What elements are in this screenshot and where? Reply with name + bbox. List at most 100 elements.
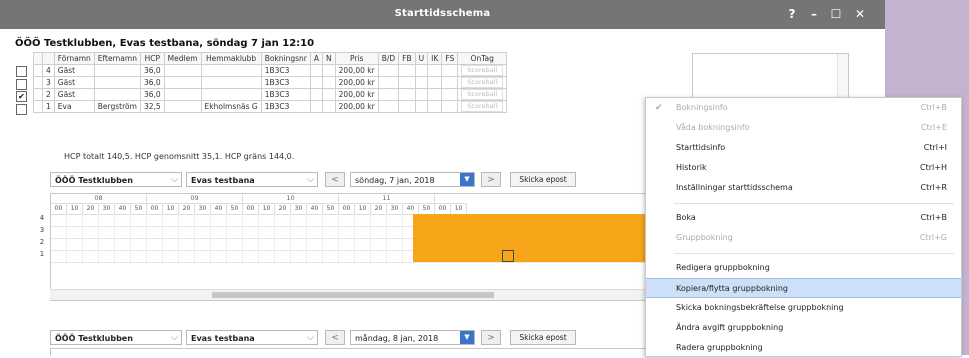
tee-time-slot[interactable] [131,238,147,250]
tee-time-slot[interactable] [227,214,243,226]
column-header[interactable] [42,52,55,65]
tee-time-slot[interactable] [227,250,243,262]
tee-time-slot[interactable] [243,250,259,262]
tee-time-slot[interactable] [339,250,355,262]
date-picker[interactable]: söndag, 7 jan, 2018 ▼ [350,172,475,187]
grid-horizontal-scrollbar[interactable] [50,289,650,300]
tee-time-slot[interactable] [163,250,179,262]
tee-time-slot[interactable] [131,250,147,262]
tee-time-slot[interactable] [275,250,291,262]
tee-time-slot[interactable] [291,238,307,250]
calendar-dropdown-icon[interactable]: ▼ [460,331,474,344]
tee-time-slot[interactable] [147,250,163,262]
menu-item[interactable]: Boka Ctrl+B [646,208,961,228]
column-header[interactable]: Medlem [163,52,202,65]
table-row[interactable]: 2 Gäst 36,0 1B3C3 200,00 kr Scoreball [33,88,508,101]
scoreball-button[interactable]: Scoreball [461,101,504,112]
tee-time-slot[interactable] [243,238,259,250]
tee-time-slot[interactable] [243,226,259,238]
menu-item[interactable]: Gruppbokning Ctrl+G [646,228,961,248]
tee-time-slot[interactable] [83,226,99,238]
next-day-button-2[interactable]: > [481,330,501,345]
column-header[interactable]: Efternamn [93,52,141,65]
tee-time-slot[interactable] [275,238,291,250]
tee-time-slot[interactable] [147,238,163,250]
tee-time-slot[interactable] [291,226,307,238]
menu-item[interactable]: Historik Ctrl+H [646,158,961,178]
tee-time-slot[interactable] [67,214,83,226]
column-header[interactable]: FS [441,52,459,65]
tee-time-slot[interactable] [227,238,243,250]
tee-time-slot[interactable] [323,226,339,238]
send-email-button-2[interactable]: Skicka epost [510,330,576,345]
tee-time-slot[interactable] [195,250,211,262]
tee-time-slot[interactable] [99,226,115,238]
prev-day-button-2[interactable]: < [325,330,345,345]
tee-time-slot[interactable] [307,226,323,238]
tee-time-slot[interactable] [339,214,355,226]
tee-time-slot[interactable] [195,226,211,238]
column-header[interactable]: U [414,52,429,65]
tee-time-slot[interactable] [211,214,227,226]
tee-time-slot[interactable] [67,250,83,262]
tee-time-slot[interactable] [371,214,387,226]
tee-time-slot[interactable] [371,226,387,238]
tee-time-slot[interactable] [387,250,403,262]
tee-time-slot[interactable] [163,214,179,226]
tee-time-slot[interactable] [179,226,195,238]
club-select[interactable]: ÖÖÖ Testklubben ⌵ [50,172,182,187]
tee-time-slot[interactable] [51,214,67,226]
booked-slot[interactable] [413,238,651,250]
tee-time-slot[interactable] [147,226,163,238]
row-checkbox[interactable]: ✔ [16,91,27,102]
tee-time-slot[interactable] [243,214,259,226]
tee-time-slot[interactable] [195,238,211,250]
menu-item[interactable]: Starttidsinfo Ctrl+I [646,138,961,158]
booked-slot[interactable] [413,214,651,226]
menu-item[interactable]: Radera gruppbokning [646,338,961,358]
tee-time-slot[interactable] [147,214,163,226]
tee-time-slot[interactable] [51,238,67,250]
tee-time-slot[interactable] [355,238,371,250]
tee-time-slot[interactable] [83,238,99,250]
tee-time-slot[interactable] [179,214,195,226]
tee-time-slot[interactable] [323,238,339,250]
table-row[interactable]: 3 Gäst 36,0 1B3C3 200,00 kr Scoreball [33,76,508,89]
tee-time-slot[interactable] [179,250,195,262]
menu-item[interactable]: Redigera gruppbokning [646,258,961,278]
calendar-dropdown-icon[interactable]: ▼ [460,173,474,186]
menu-item[interactable]: Inställningar starttidsschema Ctrl+R [646,178,961,198]
tee-time-slot[interactable] [291,214,307,226]
column-header[interactable]: FB [398,52,416,65]
tee-time-slot[interactable] [99,214,115,226]
column-header[interactable]: N [322,52,336,65]
tee-time-slot[interactable] [307,250,323,262]
column-header[interactable]: Förnamn [53,52,95,65]
tee-time-slot[interactable] [179,238,195,250]
tee-time-slot[interactable] [371,238,387,250]
table-row[interactable]: 4 Gäst 36,0 1B3C3 200,00 kr Scoreball [33,64,508,77]
minimize-button[interactable]: – [806,6,822,22]
tee-time-slot[interactable] [195,214,211,226]
tee-time-slot[interactable] [131,214,147,226]
tee-time-slot[interactable] [131,226,147,238]
column-header[interactable]: Bokningsnr [260,52,311,65]
tee-time-slot[interactable] [67,226,83,238]
tee-time-slot[interactable] [259,238,275,250]
scoreball-button[interactable]: Scoreball [461,89,504,100]
tee-time-slot[interactable] [323,214,339,226]
selected-slot-marker[interactable] [502,250,514,262]
column-header[interactable]: A [309,52,324,65]
tee-time-slot[interactable] [227,226,243,238]
club-select-2[interactable]: ÖÖÖ Testklubben ⌵ [50,330,182,345]
tee-time-slot[interactable] [291,250,307,262]
tee-time-slot[interactable] [211,238,227,250]
tee-time-slot[interactable] [275,226,291,238]
tee-time-slot[interactable] [387,214,403,226]
close-button[interactable]: ✕ [852,6,868,22]
booked-slot[interactable] [413,250,651,262]
tee-time-slot[interactable] [339,238,355,250]
column-header[interactable]: Hemmaklubb [200,52,262,65]
tee-time-slot[interactable] [387,238,403,250]
tee-time-slot[interactable] [211,226,227,238]
